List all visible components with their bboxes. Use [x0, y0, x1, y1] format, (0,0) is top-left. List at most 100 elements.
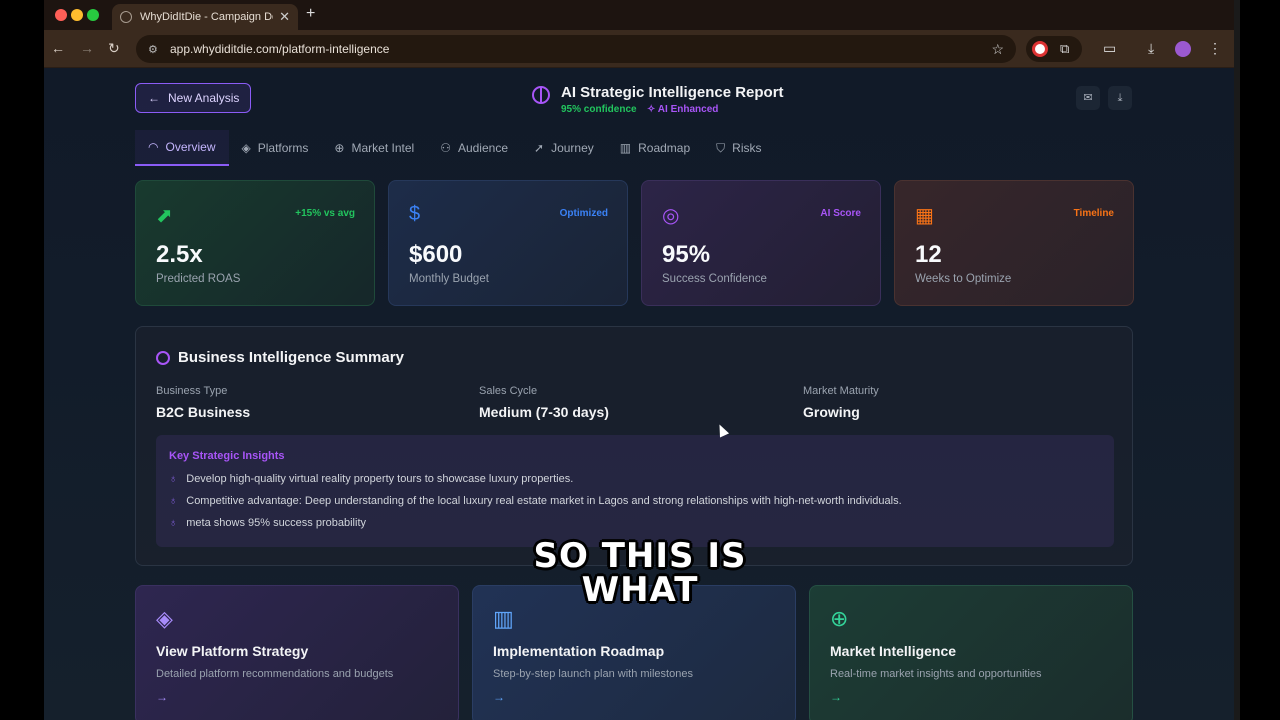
stat-card-timeline: ▦ Timeline 12 Weeks to Optimize: [894, 180, 1134, 306]
minimize-window-dot[interactable]: [71, 9, 83, 21]
url-text: app.whydiditdie.com/platform-intelligenc…: [170, 42, 390, 56]
insight-text: Develop high-quality virtual reality pro…: [186, 473, 574, 485]
target-icon: ◎: [662, 205, 680, 227]
dollar-icon: $: [409, 203, 421, 225]
tab-journey[interactable]: ➚ Journey: [521, 130, 607, 166]
tab-overview[interactable]: ◠ Overview: [135, 130, 229, 166]
ai-enhanced-badge: ✧ AI Enhanced: [647, 104, 719, 115]
globe-icon: [120, 11, 132, 23]
field-value: Growing: [803, 404, 860, 420]
stat-label: Monthly Budget: [409, 273, 489, 285]
stat-card-roas: ⬈ +15% vs avg 2.5x Predicted ROAS: [135, 180, 375, 306]
tab-roadmap[interactable]: ▥ Roadmap: [607, 130, 703, 166]
insights-title: Key Strategic Insights: [169, 450, 285, 462]
tab-label: Overview: [165, 140, 216, 154]
tab-label: Risks: [732, 141, 762, 155]
arrow-right-icon: →: [156, 690, 168, 704]
arrow-right-icon: →: [493, 690, 505, 704]
gauge-icon: ◠: [148, 140, 159, 154]
window-edge: [1234, 0, 1240, 720]
mail-icon: ✉: [1083, 92, 1093, 104]
extensions-pill: ⧉: [1026, 36, 1082, 62]
send-icon: ➚: [534, 141, 545, 155]
field-label: Market Maturity: [803, 385, 879, 397]
tab-market-intel[interactable]: ⊕ Market Intel: [321, 130, 427, 166]
calendar-icon: ▦: [915, 205, 934, 227]
stat-badge: AI Score: [820, 208, 861, 219]
address-bar-row: ← → ↻ ⚙ app.whydiditdie.com/platform-int…: [44, 30, 1234, 68]
insight-item: ♁ Competitive advantage: Deep understandi…: [169, 495, 902, 507]
ai-enhanced-label: AI Enhanced: [657, 104, 719, 115]
insight-item: ♁ Develop high-quality virtual reality pr…: [169, 473, 573, 485]
users-icon: ⚇: [440, 141, 451, 155]
menu-kebab-icon[interactable]: ⋮: [1208, 40, 1222, 57]
close-window-dot[interactable]: [55, 9, 67, 21]
stat-badge: Optimized: [559, 208, 608, 219]
card-desc: Real-time market insights and opportunit…: [830, 668, 1042, 680]
field-label: Sales Cycle: [479, 385, 538, 397]
close-tab-icon[interactable]: ✕: [279, 9, 290, 25]
site-info-icon[interactable]: ⚙: [148, 43, 162, 56]
layers-icon: ◈: [241, 141, 251, 155]
back-icon[interactable]: ←: [51, 40, 65, 56]
arrow-right-icon: →: [830, 690, 842, 704]
tab-label: Audience: [457, 141, 508, 155]
tab-search-icon[interactable]: ▭: [1103, 40, 1116, 57]
report-tabs: ◠ Overview ◈ Platforms ⊕ Market Intel ⚇ Audi…: [135, 130, 775, 166]
stat-label: Predicted ROAS: [156, 273, 241, 285]
page-content: ← New Analysis AI Strategic Intelligence…: [44, 68, 1234, 720]
card-title: Implementation Roadmap: [493, 643, 665, 659]
tab-label: Journey: [551, 141, 594, 155]
browser-tab[interactable]: WhyDidItDie - Campaign Det ✕: [112, 4, 298, 30]
field-label: Business Type: [156, 385, 228, 397]
summary-title-text: Business Intelligence Summary: [178, 349, 404, 366]
field-value: B2C Business: [156, 404, 251, 420]
new-analysis-label: New Analysis: [168, 91, 240, 105]
url-field[interactable]: ⚙ app.whydiditdie.com/platform-intellige…: [136, 35, 1016, 63]
maximize-window-dot[interactable]: [87, 9, 99, 21]
stat-label: Success Confidence: [662, 273, 767, 285]
puzzle-icon[interactable]: ⧉: [1060, 41, 1069, 57]
lightbulb-icon: ♁: [169, 495, 178, 507]
reload-icon[interactable]: ↻: [108, 40, 120, 57]
profile-avatar[interactable]: [1175, 41, 1191, 57]
stat-badge: +15% vs avg: [295, 208, 355, 219]
field-value: Medium (7-30 days): [479, 404, 609, 420]
business-summary-panel: Business Intelligence Summary Business T…: [135, 326, 1133, 566]
tab-label: Roadmap: [638, 141, 691, 155]
forward-icon[interactable]: →: [80, 40, 94, 56]
download-report-button[interactable]: ⤓: [1108, 86, 1132, 110]
card-desc: Detailed platform recommendations and bu…: [156, 668, 394, 680]
extension-icon[interactable]: [1032, 41, 1048, 57]
email-button[interactable]: ✉: [1076, 86, 1100, 110]
tab-label: Market Intel: [351, 141, 415, 155]
tab-platforms[interactable]: ◈ Platforms: [229, 130, 322, 166]
download-icon[interactable]: ⤓: [1148, 40, 1154, 57]
confidence-label: 95% confidence: [561, 104, 637, 115]
insight-text: Competitive advantage: Deep understandin…: [186, 495, 902, 507]
bookmark-star-icon[interactable]: ☆: [991, 41, 1004, 58]
summary-title: Business Intelligence Summary: [156, 349, 404, 366]
shield-icon: ⛉: [716, 140, 726, 155]
stat-badge: Timeline: [1073, 208, 1114, 219]
caption-line-2: WHAT: [581, 570, 699, 610]
tab-strip: WhyDidItDie - Campaign Det ✕ +: [44, 0, 1234, 30]
stat-value: $600: [409, 241, 463, 268]
stat-card-confidence: ◎ AI Score 95% Success Confidence: [641, 180, 881, 306]
new-analysis-button[interactable]: ← New Analysis: [135, 83, 251, 113]
new-tab-button[interactable]: +: [306, 5, 315, 23]
map-icon: ▥: [619, 141, 632, 155]
lightbulb-icon: ♁: [169, 473, 178, 485]
card-desc: Step-by-step launch plan with milestones: [493, 668, 693, 680]
browser-window: WhyDidItDie - Campaign Det ✕ + ← → ↻ ⚙ a…: [44, 0, 1234, 720]
key-insights-box: Key Strategic Insights ♁ Develop high-qua…: [156, 435, 1114, 547]
stat-value: 2.5x: [156, 241, 203, 268]
page-title: AI Strategic Intelligence Report: [561, 84, 784, 101]
download-icon: ⤓: [1117, 92, 1123, 104]
tab-risks[interactable]: ⛉ Risks: [703, 130, 774, 166]
tab-audience[interactable]: ⚇ Audience: [427, 130, 521, 166]
insight-item: ♁ meta shows 95% success probability: [169, 517, 366, 529]
field-business-type: Business Type B2C Business: [156, 385, 250, 420]
stat-value: 12: [915, 241, 942, 268]
field-market-maturity: Market Maturity Growing: [803, 385, 879, 420]
